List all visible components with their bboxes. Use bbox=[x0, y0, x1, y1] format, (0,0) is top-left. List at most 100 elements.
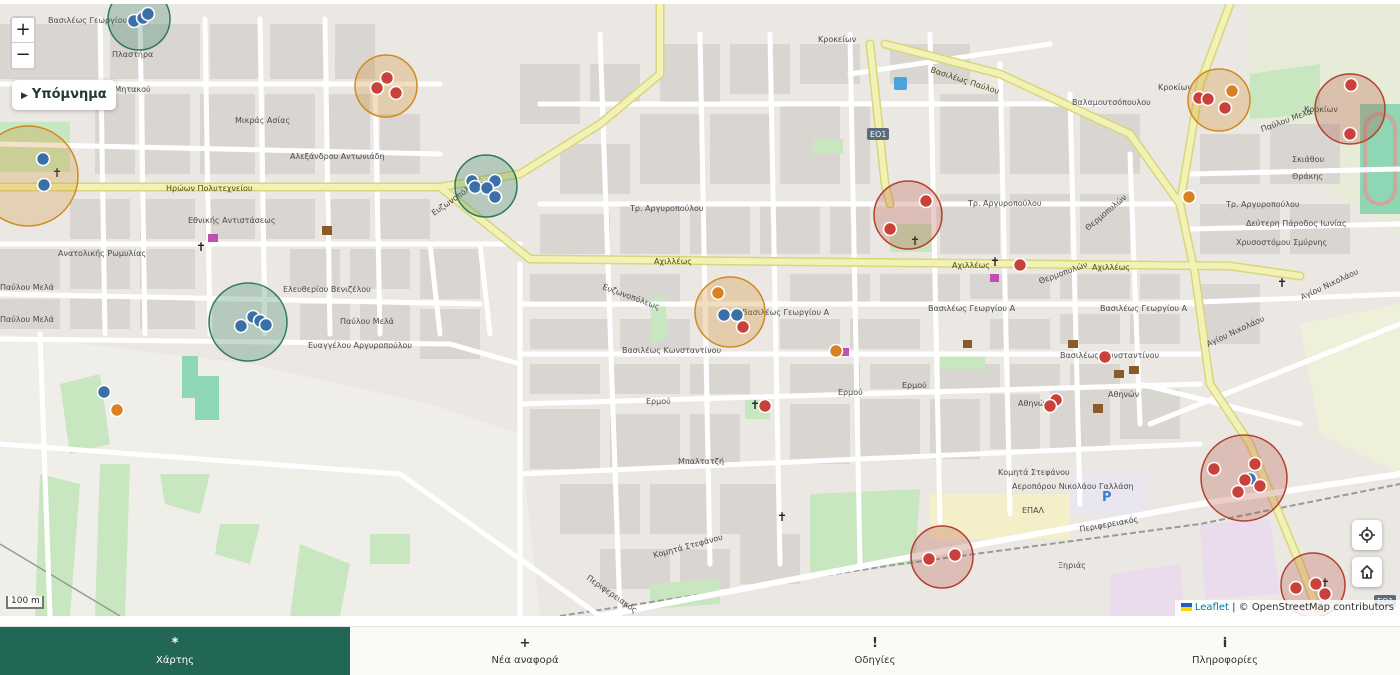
cluster-red[interactable] bbox=[910, 525, 974, 589]
home-icon bbox=[1360, 565, 1374, 579]
report-marker-red[interactable] bbox=[369, 80, 385, 96]
street-label-anatolikis-romylias: Ανατολικής Ρωμυλίας bbox=[58, 249, 146, 258]
report-marker-red[interactable] bbox=[1200, 91, 1216, 107]
street-label-valamoutsopoulou: Βαλαμουτσόπουλου bbox=[1072, 97, 1151, 107]
report-marker-blue[interactable] bbox=[258, 317, 274, 333]
tab-new-report[interactable]: + Νέα αναφορά bbox=[350, 627, 700, 675]
report-marker-red[interactable] bbox=[1230, 484, 1246, 500]
street-label-skiathou: Σκιάθου bbox=[1292, 155, 1325, 164]
report-marker-orange[interactable] bbox=[710, 285, 726, 301]
street-label-krokeion: Κροκείων bbox=[818, 35, 857, 44]
zoom-out-button[interactable]: − bbox=[12, 43, 34, 68]
street-label-gallasi: Αεροπόρου Νικολάου Γαλλάση bbox=[1012, 481, 1134, 491]
church-icon: ✝ bbox=[777, 510, 787, 524]
map-icon: * bbox=[171, 636, 179, 651]
report-marker-blue[interactable] bbox=[487, 189, 503, 205]
report-marker-red[interactable] bbox=[1217, 100, 1233, 116]
report-marker-blue[interactable] bbox=[35, 151, 51, 167]
report-marker-blue[interactable] bbox=[729, 307, 745, 323]
map-view[interactable]: Βασιλέως Γεωργίου Α Πλαστήρα Νικολάου Μη… bbox=[0, 4, 1400, 616]
map-attribution: Leaflet | © OpenStreetMap contributors bbox=[1174, 600, 1400, 616]
report-marker-red[interactable] bbox=[1342, 126, 1358, 142]
map-tiles[interactable]: Βασιλέως Γεωργίου Α Πλαστήρα Νικολάου Μη… bbox=[0, 4, 1400, 616]
tab-new-report-label: Νέα αναφορά bbox=[491, 655, 559, 666]
cluster-amber[interactable] bbox=[354, 54, 418, 118]
tab-map[interactable]: * Χάρτης bbox=[0, 627, 350, 675]
attribution-separator: | © bbox=[1228, 602, 1252, 613]
highway-shield-eo1: EO1 bbox=[867, 128, 889, 140]
report-marker-blue[interactable] bbox=[716, 307, 732, 323]
zoom-in-button[interactable]: + bbox=[12, 18, 34, 43]
street-label-epal: ΕΠΑΛ bbox=[1022, 506, 1045, 515]
report-marker-red[interactable] bbox=[379, 70, 395, 86]
home-view-button[interactable] bbox=[1352, 557, 1382, 587]
street-label-argyropoulou-2: Τρ. Αργυροπούλου bbox=[629, 203, 704, 213]
street-label-baltatzi: Μπαλτατζή bbox=[678, 457, 724, 466]
report-marker-red[interactable] bbox=[1237, 472, 1253, 488]
report-marker-blue[interactable] bbox=[140, 6, 156, 22]
report-marker-red[interactable] bbox=[1288, 580, 1304, 596]
street-label-pavlou-mela: Παύλου Μελά bbox=[340, 316, 394, 326]
bottom-tab-bar: * Χάρτης + Νέα αναφορά ! Οδηγίες i Πληρο… bbox=[0, 626, 1400, 675]
tab-instructions[interactable]: ! Οδηγίες bbox=[700, 627, 1050, 675]
parking-icon: P bbox=[1102, 490, 1112, 505]
locate-me-button[interactable] bbox=[1352, 520, 1382, 550]
street-label-ermou-3: Ερμού bbox=[902, 380, 927, 390]
report-marker-blue[interactable] bbox=[96, 384, 112, 400]
street-label-ethnikis-antistaseos: Εθνικής Αντιστάσεως bbox=[188, 216, 276, 225]
ukraine-flag-icon bbox=[1180, 603, 1192, 611]
leaflet-link[interactable]: Leaflet bbox=[1195, 602, 1229, 613]
report-marker-blue[interactable] bbox=[36, 177, 52, 193]
tab-info[interactable]: i Πληροφορίες bbox=[1050, 627, 1400, 675]
legend-toggle-button[interactable]: ▶ Υπόμνημα bbox=[12, 80, 116, 110]
street-label-venizelou: Ελευθερίου Βενιζέλου bbox=[283, 284, 371, 294]
street-label-deuteri-parodos: Δεύτερη Πάροδος Ιωνίας bbox=[1246, 218, 1347, 228]
report-marker-blue[interactable] bbox=[467, 179, 483, 195]
map-scale: 100 m bbox=[6, 596, 44, 609]
report-marker-red[interactable] bbox=[918, 193, 934, 209]
report-marker-orange[interactable] bbox=[828, 343, 844, 359]
report-marker-blue[interactable] bbox=[233, 318, 249, 334]
street-label-xirias: Ξηριάς bbox=[1058, 561, 1086, 570]
report-marker-orange[interactable] bbox=[109, 402, 125, 418]
report-marker-red[interactable] bbox=[757, 398, 773, 414]
tab-map-label: Χάρτης bbox=[155, 655, 195, 666]
report-marker-orange[interactable] bbox=[1181, 189, 1197, 205]
street-label-athinon-2: Αθηνών bbox=[1108, 389, 1140, 399]
report-marker-red[interactable] bbox=[1206, 461, 1222, 477]
cluster-red[interactable] bbox=[873, 180, 943, 250]
report-marker-red[interactable] bbox=[882, 221, 898, 237]
church-icon: ✝ bbox=[990, 255, 1000, 269]
street-label-ermou: Ερμού bbox=[646, 396, 671, 406]
street-label-argyropoulou-3: Τρ. Αργυροπούλου bbox=[967, 198, 1042, 208]
report-marker-red[interactable] bbox=[1317, 586, 1333, 602]
street-label-mela-west: Παύλου Μελά bbox=[0, 282, 54, 292]
report-marker-red[interactable] bbox=[1097, 349, 1113, 365]
street-label-chrysostomou: Χρυσοστόμου Σμύρνης bbox=[1236, 237, 1327, 247]
report-marker-red[interactable] bbox=[1012, 257, 1028, 273]
street-label-achilleos: Αχιλλέως bbox=[654, 256, 692, 266]
report-marker-red[interactable] bbox=[388, 85, 404, 101]
plus-icon: + bbox=[519, 636, 531, 651]
report-marker-red[interactable] bbox=[1343, 77, 1359, 93]
report-marker-red[interactable] bbox=[735, 319, 751, 335]
bus-stop-icon bbox=[894, 77, 907, 90]
street-label-pavlou-mela-3: Παύλου Μελά bbox=[0, 314, 54, 324]
report-marker-red[interactable] bbox=[1252, 478, 1268, 494]
expand-triangle-icon: ▶ bbox=[21, 91, 28, 101]
report-marker-orange[interactable] bbox=[1224, 83, 1240, 99]
street-label-argyropoulou-4: Τρ. Αργυροπούλου bbox=[1225, 199, 1300, 209]
street-label-ermou-2: Ερμού bbox=[838, 387, 863, 397]
street-label-antoniadi: Αλεξάνδρου Αντωνιάδη bbox=[290, 152, 385, 161]
report-marker-red[interactable] bbox=[921, 551, 937, 567]
street-label-vasileos-konstantinou: Βασιλέως Κωνσταντίνου bbox=[622, 345, 721, 355]
legend-label: Υπόμνημα bbox=[31, 87, 107, 102]
landuse-area-2 bbox=[1200, 519, 1280, 599]
report-marker-red[interactable] bbox=[1042, 398, 1058, 414]
tab-info-label: Πληροφορίες bbox=[1192, 655, 1258, 666]
osm-link[interactable]: OpenStreetMap contributors bbox=[1252, 602, 1394, 613]
street-label-krokion-2: Κροκίων bbox=[1158, 83, 1192, 92]
report-marker-red[interactable] bbox=[947, 547, 963, 563]
street-label-thrakis: Θράκης bbox=[1292, 172, 1323, 181]
report-marker-red[interactable] bbox=[1247, 456, 1263, 472]
